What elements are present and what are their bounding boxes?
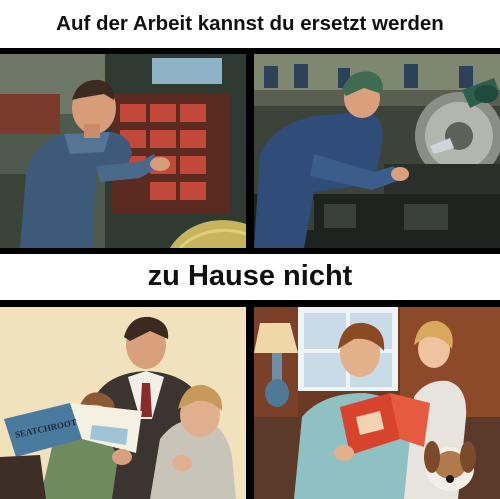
divider-bottom xyxy=(0,300,500,307)
divider-vertical-top xyxy=(246,54,254,248)
panel-mother-reading-illustration xyxy=(254,307,500,499)
meme-image: Auf der Arbeit kannst du ersetzt werden xyxy=(0,0,500,499)
top-caption: Auf der Arbeit kannst du ersetzt werden xyxy=(56,12,444,35)
middle-caption: zu Hause nicht xyxy=(147,260,353,292)
panel-father-reading-illustration: SEATCHROOT xyxy=(0,307,246,499)
divider-vertical-bottom xyxy=(246,307,254,499)
panel-mechanic-illustration xyxy=(0,54,246,248)
panel-factory-worker-illustration xyxy=(254,54,500,248)
